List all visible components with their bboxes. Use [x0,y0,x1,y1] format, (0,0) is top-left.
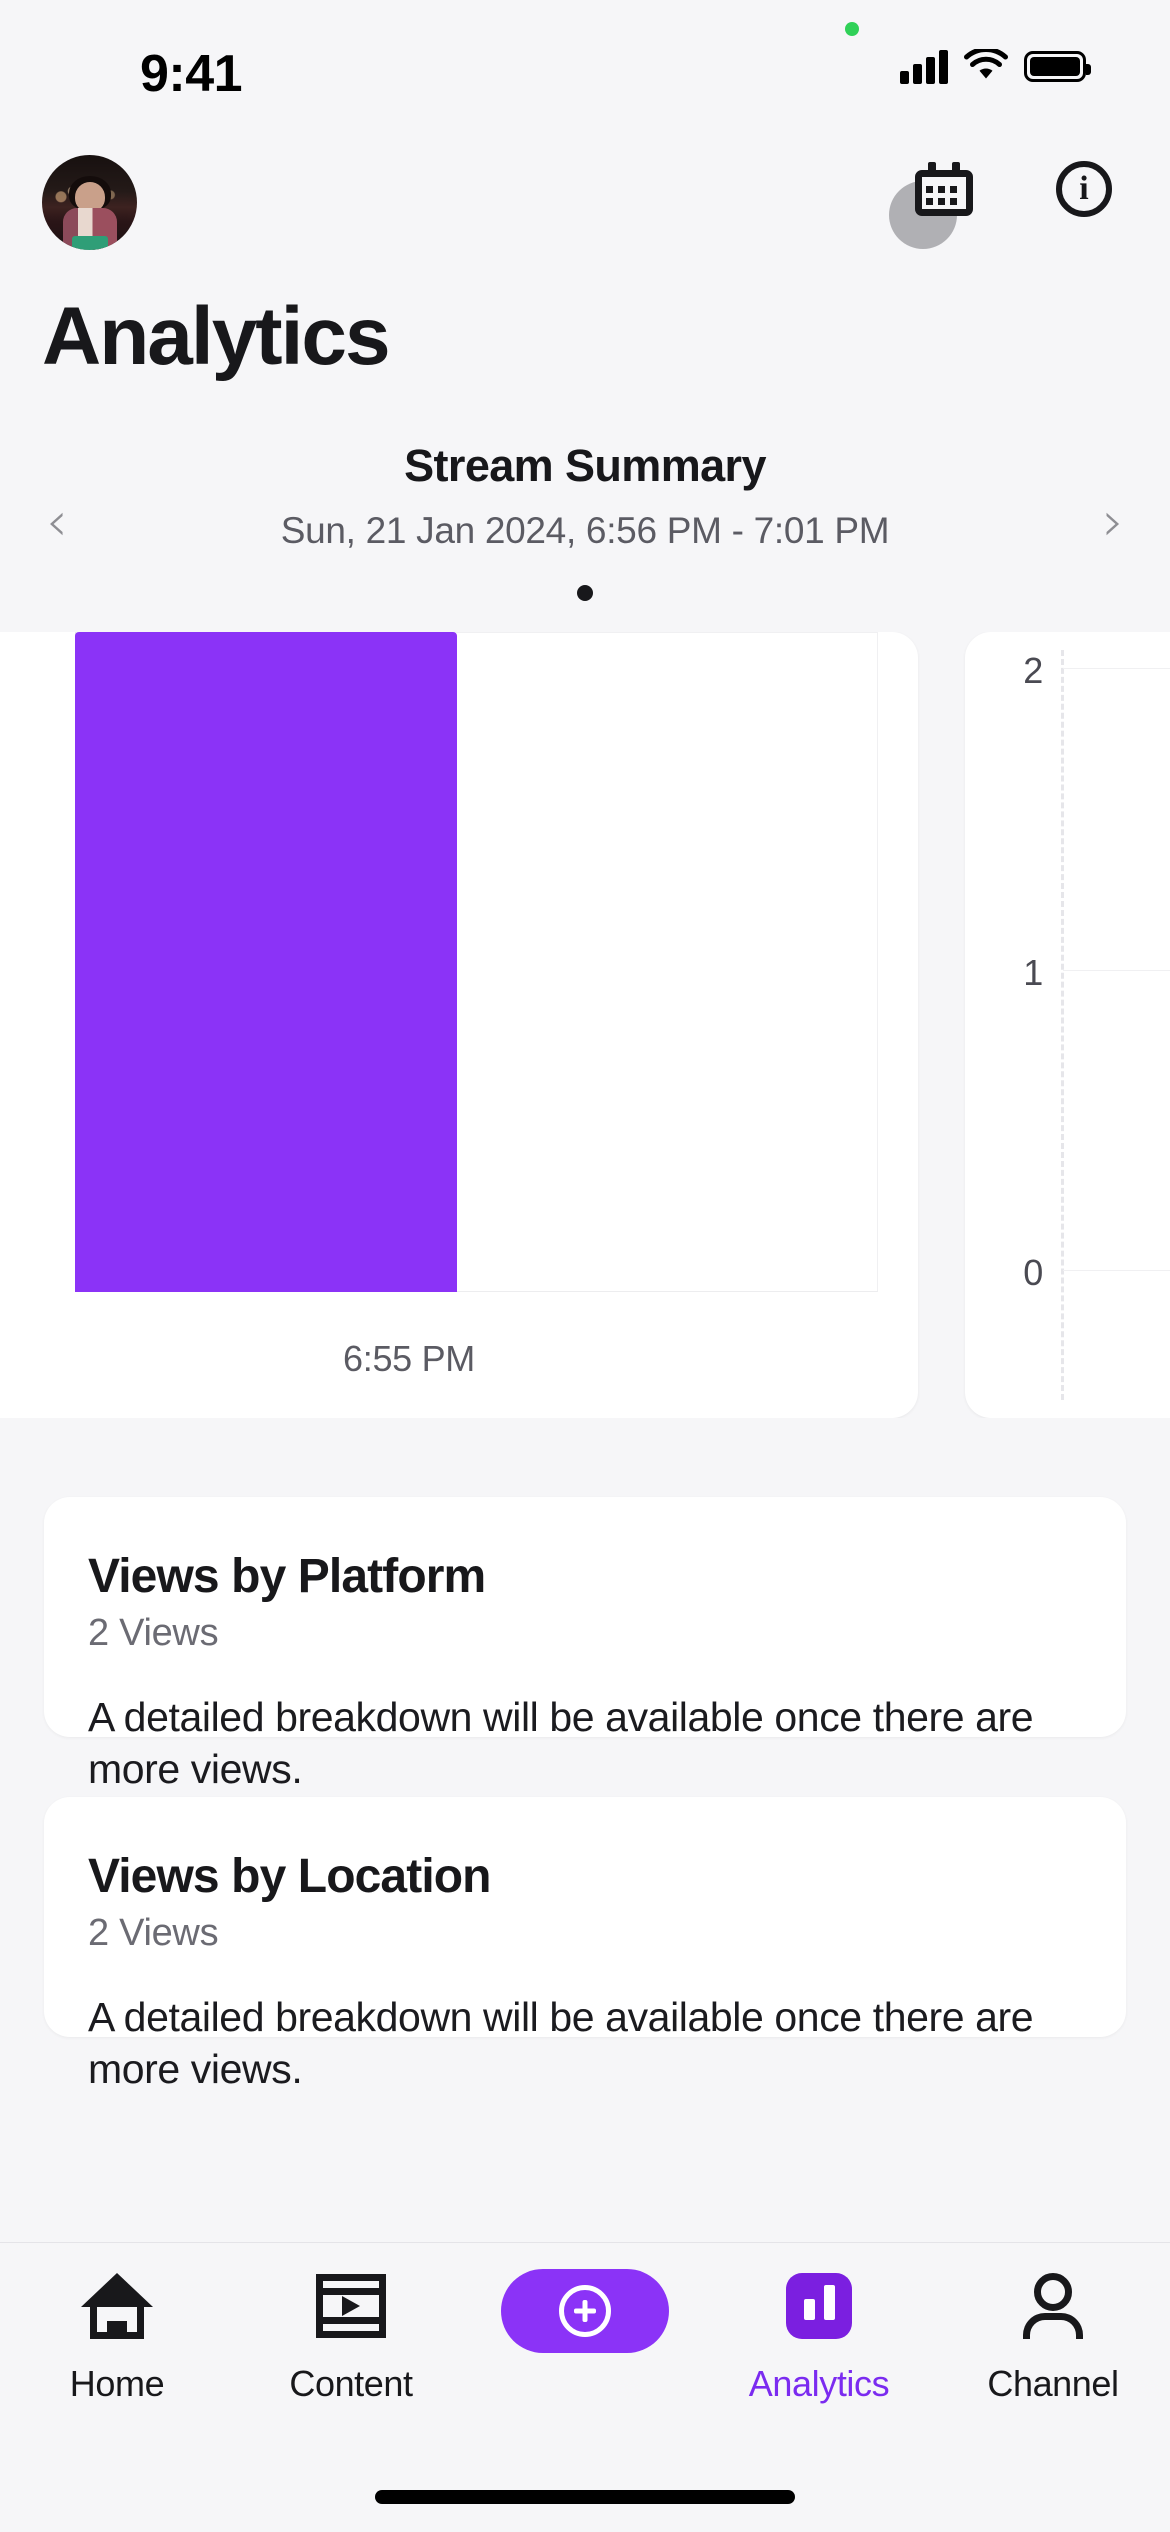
film-play-icon [316,2269,386,2343]
status-bar-time: 9:41 [140,45,243,103]
card-subtitle: 2 Views [88,1912,219,1954]
carousel-page-dots[interactable] [0,585,1170,601]
tab-content-label: Content [289,2363,413,2404]
views-by-platform-card[interactable]: Views by Platform 2 Views A detailed bre… [44,1497,1126,1792]
green-recording-dot-icon [845,22,859,36]
x-axis-tick-label: 6:55 PM [343,1338,475,1379]
y-gridline-1 [1063,970,1170,971]
page-title: Analytics [42,291,391,382]
person-icon [1020,2269,1086,2343]
header-actions: i [889,159,1114,249]
status-bar: 9:41 [0,0,1170,140]
tab-content[interactable]: Content [234,2269,468,2405]
avatar[interactable] [42,155,137,250]
bar-6-55pm[interactable] [75,632,457,1292]
prev-stream-button[interactable]: ‹ [46,495,68,549]
info-button[interactable]: i [1054,159,1114,219]
y-gridline-0 [1063,1270,1170,1271]
y-tick-2: 2 [1023,650,1043,691]
cellular-bars-icon [900,48,948,84]
page-dot[interactable] [577,585,593,601]
calendar-button[interactable] [889,159,974,249]
status-bar-indicators [900,48,1091,84]
tab-home[interactable]: Home [0,2269,234,2405]
stream-summary-header: Stream Summary Sun, 21 Jan 2024, 6:56 PM… [0,430,1170,610]
calendar-icon [915,162,973,216]
y-axis-line [1061,650,1064,1400]
next-stream-button[interactable]: › [1102,495,1124,549]
add-plus-icon[interactable] [501,2269,669,2353]
tab-analytics[interactable]: Analytics [702,2269,936,2405]
y-gridline-2 [1063,668,1170,669]
summary-date-range: Sun, 21 Jan 2024, 6:56 PM - 7:01 PM [280,510,890,551]
info-icon: i [1056,161,1112,217]
summary-title: Stream Summary [404,440,766,491]
tab-add[interactable] [468,2269,702,2405]
app-header: i [0,155,1170,255]
home-indicator[interactable] [375,2490,795,2504]
y-tick-0: 0 [1023,1252,1043,1293]
plot-area [75,632,878,1292]
card-title: Views by Location [88,1850,491,1903]
chart-card-next-preview[interactable]: 2 1 0 [965,632,1170,1418]
wifi-icon [964,49,1008,79]
home-icon [81,2269,153,2343]
chart-carousel[interactable]: 6:55 PM 2 1 0 [0,632,1170,1418]
battery-full-icon [1024,50,1091,82]
card-title: Views by Platform [88,1550,486,1603]
card-body: A detailed breakdown will be available o… [88,1694,1034,1793]
views-by-location-card[interactable]: Views by Location 2 Views A detailed bre… [44,1797,1126,2092]
bar-chart-icon [786,2269,852,2343]
tab-channel-label: Channel [987,2363,1119,2404]
chart-card-views-over-time[interactable]: 6:55 PM [0,632,918,1418]
tab-channel[interactable]: Channel [936,2269,1170,2405]
tab-home-label: Home [69,2363,165,2404]
tab-analytics-label: Analytics [748,2363,890,2404]
card-subtitle: 2 Views [88,1612,219,1654]
bottom-tab-bar: Home Content Analytics Channel [0,2242,1170,2532]
card-body: A detailed breakdown will be available o… [88,1994,1034,2093]
y-tick-1: 1 [1023,952,1043,993]
